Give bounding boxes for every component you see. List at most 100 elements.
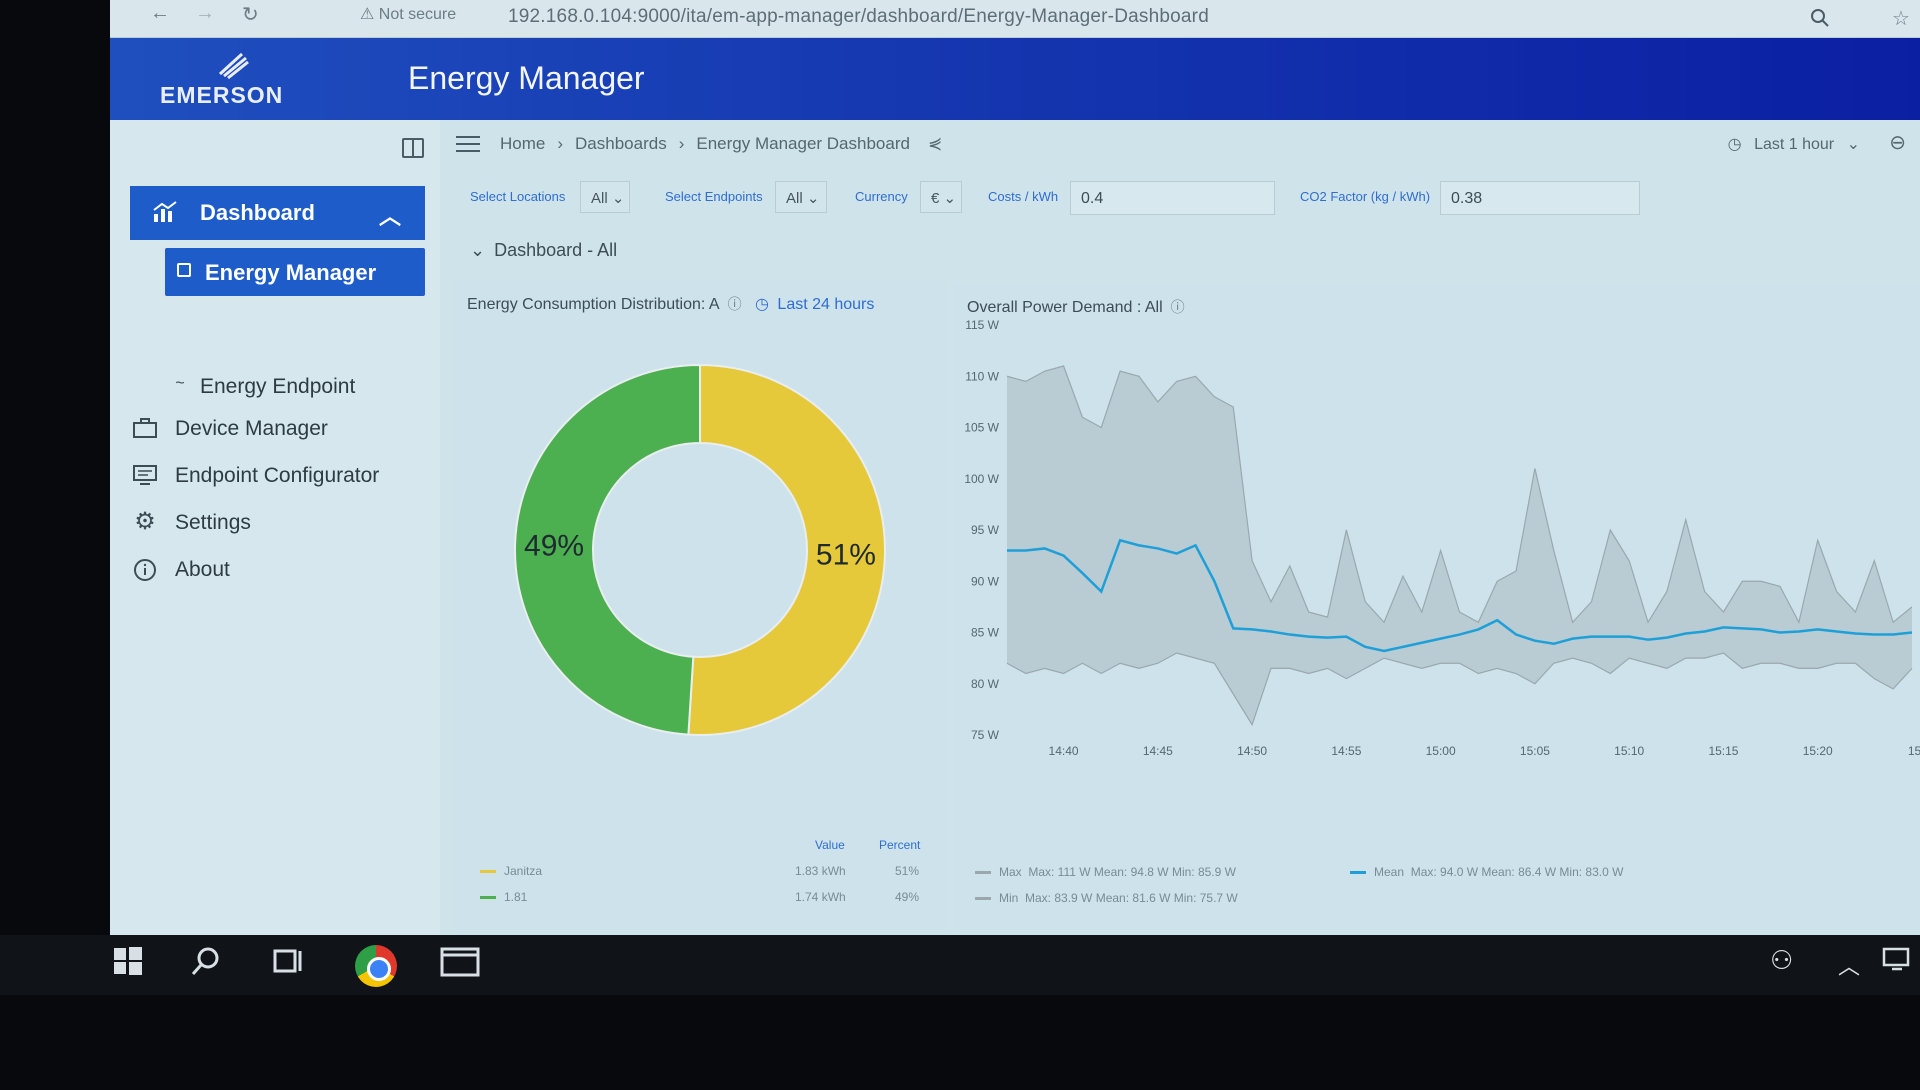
zoom-out-icon[interactable]: ⊖	[1889, 130, 1906, 155]
logo-text: EMERSON	[160, 82, 284, 108]
time-override: ◷ Last 24 hours	[755, 294, 874, 314]
legend-swatch	[480, 870, 496, 874]
locations-select[interactable]: All ⌄	[580, 181, 630, 213]
task-view-icon[interactable]	[272, 945, 306, 984]
legend-stats: Max: 94.0 W Mean: 86.4 W Min: 83.0 W	[1410, 865, 1624, 879]
window-app-icon[interactable]	[440, 945, 480, 984]
sidebar-item-endpoint-configurator[interactable]: Endpoint Configurator	[130, 464, 430, 494]
network-icon[interactable]	[1882, 945, 1912, 980]
sidebar-item-about[interactable]: About	[130, 558, 430, 588]
share-icon[interactable]: ⋞	[928, 134, 942, 154]
costs-input[interactable]: 0.4	[1070, 181, 1275, 215]
emerson-logo: EMERSON	[160, 48, 310, 108]
chevron-down-icon: ⌄	[470, 240, 486, 260]
panel-title-text: Energy Consumption Distribution: A	[467, 296, 720, 313]
energy-distribution-panel: Energy Consumption Distribution: A ⓘ ◷ La…	[455, 280, 945, 930]
sidebar-item-dashboard[interactable]: Dashboard ︿	[130, 186, 425, 240]
x-tick-label: 14:55	[1331, 744, 1361, 758]
y-tick-label: 95 W	[971, 523, 1000, 537]
sidebar-item-device-manager[interactable]: Device Manager	[130, 417, 430, 447]
currency-select[interactable]: € ⌄	[920, 181, 962, 213]
logo-mark-icon	[218, 52, 249, 80]
x-tick-label: 15:15	[1708, 744, 1738, 758]
donut-slice-label: 49%	[524, 529, 584, 562]
co2-value: 0.38	[1451, 190, 1483, 207]
time-override-label: Last 24 hours	[777, 296, 875, 313]
chevron-up-icon[interactable]: ︿	[1838, 949, 1860, 981]
endpoints-select[interactable]: All ⌄	[775, 181, 827, 213]
windows-start-icon[interactable]	[112, 945, 144, 984]
time-range-picker[interactable]: ◷ Last 1 hour ⌄	[1728, 134, 1860, 154]
sidebar-item-energy-endpoint[interactable]: ~ Energy Endpoint	[170, 375, 430, 405]
y-tick-label: 115 W	[965, 318, 999, 332]
reload-icon[interactable]: ↻	[242, 2, 259, 27]
sidebar-item-label: Device Manager	[175, 417, 328, 440]
legend-percent: 51%	[895, 864, 920, 878]
donut-chart: 51% 49%	[513, 363, 886, 736]
y-tick-label: 80 W	[971, 677, 1000, 691]
x-tick-label: 15:20	[1803, 744, 1833, 758]
app-title: Energy Manager	[408, 60, 645, 96]
costs-label: Costs / kWh	[988, 189, 1059, 204]
breadcrumb-current: Energy Manager Dashboard	[696, 134, 910, 153]
legend-stats: Max: 111 W Mean: 94.8 W Min: 85.9 W	[1028, 865, 1236, 879]
chevron-up-icon[interactable]: ︿	[379, 199, 401, 231]
taskbar: ⚇ ︿	[0, 935, 1920, 995]
legend-item-max[interactable]: Max Max: 111 W Mean: 94.8 W Min: 85.9 W	[975, 865, 1236, 879]
clock-icon: ◷	[755, 296, 769, 313]
dashboard-icon	[177, 263, 191, 277]
legend-header-percent: Percent	[879, 838, 921, 852]
legend-name: Min	[999, 891, 1019, 905]
legend-item-mean[interactable]: Mean Max: 94.0 W Mean: 86.4 W Min: 83.0 …	[1350, 865, 1623, 879]
dashboard-section-header[interactable]: ⌄ Dashboard - All	[470, 240, 617, 261]
legend-name: Max	[999, 865, 1022, 879]
x-tick-label: 15:10	[1614, 744, 1644, 758]
chrome-icon[interactable]	[355, 945, 397, 987]
menu-icon[interactable]	[456, 136, 480, 154]
co2-input[interactable]: 0.38	[1440, 181, 1640, 215]
star-icon[interactable]: ☆	[1892, 6, 1910, 31]
forward-icon[interactable]: →	[195, 2, 215, 25]
url-text[interactable]: 192.168.0.104:9000/ita/em-app-manager/da…	[508, 6, 1209, 28]
back-icon[interactable]: ←	[150, 2, 170, 25]
time-range-label: Last 1 hour	[1754, 136, 1835, 153]
gear-icon: ⚙	[134, 508, 156, 535]
currency-label: Currency	[855, 189, 908, 204]
monitor-icon	[130, 464, 160, 492]
sidebar-item-label: Settings	[175, 511, 251, 534]
info-icon	[130, 558, 160, 588]
people-icon[interactable]: ⚇	[1770, 945, 1793, 976]
co2-label: CO2 Factor (kg / kWh)	[1300, 189, 1431, 204]
currency-value: €	[931, 190, 940, 207]
breadcrumb-home[interactable]: Home	[500, 134, 545, 153]
sidebar-item-settings[interactable]: ⚙ Settings	[130, 508, 430, 541]
browser-address-bar[interactable]: ← → ↻ ⚠ Not secure 192.168.0.104:9000/it…	[110, 0, 1920, 38]
info-icon[interactable]: ⓘ	[728, 296, 742, 312]
breadcrumb: Home › Dashboards › Energy Manager Dashboard…	[500, 134, 942, 154]
breadcrumb-dashboards[interactable]: Dashboards	[575, 134, 667, 153]
y-tick-label: 90 W	[971, 574, 1000, 588]
sidebar: Dashboard ︿ Energy Manager ~ Energy Endp…	[110, 120, 440, 935]
screen: ← → ↻ ⚠ Not secure 192.168.0.104:9000/it…	[110, 0, 1920, 935]
toolbar: Home › Dashboards › Energy Manager Dashboard…	[440, 120, 1920, 175]
legend-name: 1.81	[504, 890, 528, 904]
legend-item-min[interactable]: Min Max: 83.9 W Mean: 81.6 W Min: 75.7 W	[975, 891, 1238, 905]
legend-item[interactable]: 1.81	[480, 890, 527, 904]
chevron-down-icon: ⌄	[1846, 136, 1860, 153]
y-tick-label: 75 W	[971, 728, 1000, 742]
zoom-icon[interactable]	[1810, 8, 1830, 33]
security-warning[interactable]: ⚠ Not secure	[360, 4, 456, 24]
panel-title: Energy Consumption Distribution: A ⓘ	[467, 294, 742, 314]
costs-value: 0.4	[1081, 190, 1104, 207]
sidebar-item-energy-manager[interactable]: Energy Manager	[165, 248, 425, 296]
sidebar-item-label: Endpoint Configurator	[175, 464, 380, 487]
legend-stats: Max: 83.9 W Mean: 81.6 W Min: 75.7 W	[1025, 891, 1238, 905]
legend-header-value: Value	[815, 838, 845, 852]
x-tick-label: 15:00	[1426, 744, 1456, 758]
line-icon: ~	[175, 375, 185, 392]
legend-item[interactable]: Janitza	[480, 864, 542, 878]
clock-icon: ◷	[1727, 136, 1742, 153]
sidebar-item-label: Dashboard	[200, 200, 315, 225]
sidebar-collapse-icon[interactable]	[402, 138, 424, 158]
search-icon[interactable]	[190, 945, 222, 984]
